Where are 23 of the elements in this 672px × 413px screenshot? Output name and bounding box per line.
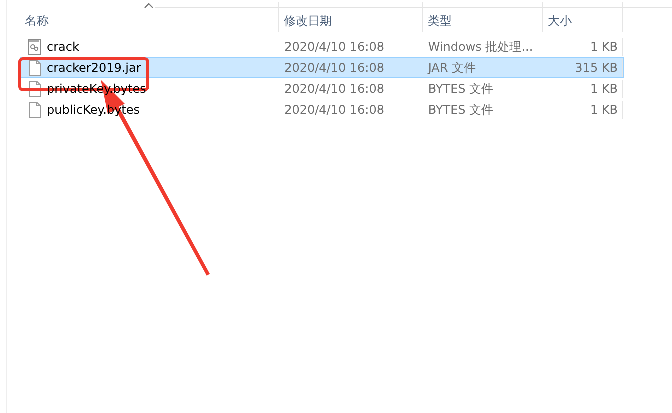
file-type: Windows 批处理... [428,40,534,54]
file-row[interactable]: cracker2019.jar 2020/4/10 16:08 JAR 文件 315 KB [20,57,624,78]
modified-date: 2020/4/10 16:08 [284,40,384,54]
file-row[interactable]: crack 2020/4/10 16:08 Windows 批处理... 1 KB [20,36,624,57]
modified-date: 2020/4/10 16:08 [284,102,384,116]
file-icon [27,60,42,76]
modified-date: 2020/4/10 16:08 [284,82,384,96]
file-type: JAR 文件 [428,60,476,74]
file-size: 1 KB [590,82,618,96]
file-size: 1 KB [590,40,618,54]
column-header[interactable]: 修改日期 [279,2,423,32]
file-size: 315 KB [575,60,618,74]
settings-file-icon [27,38,42,54]
file-name: crack [47,38,80,56]
column-header[interactable]: 大小 [543,2,623,32]
file-type: BYTES 文件 [428,82,494,96]
file-name: cracker2019.jar [47,60,142,76]
modified-date: 2020/4/10 16:08 [284,60,384,74]
file-icon [27,102,42,118]
file-size: 1 KB [590,102,618,116]
column-header[interactable]: 名称 [20,2,279,32]
file-type: BYTES 文件 [428,102,494,116]
column-header[interactable]: 类型 [423,2,543,32]
